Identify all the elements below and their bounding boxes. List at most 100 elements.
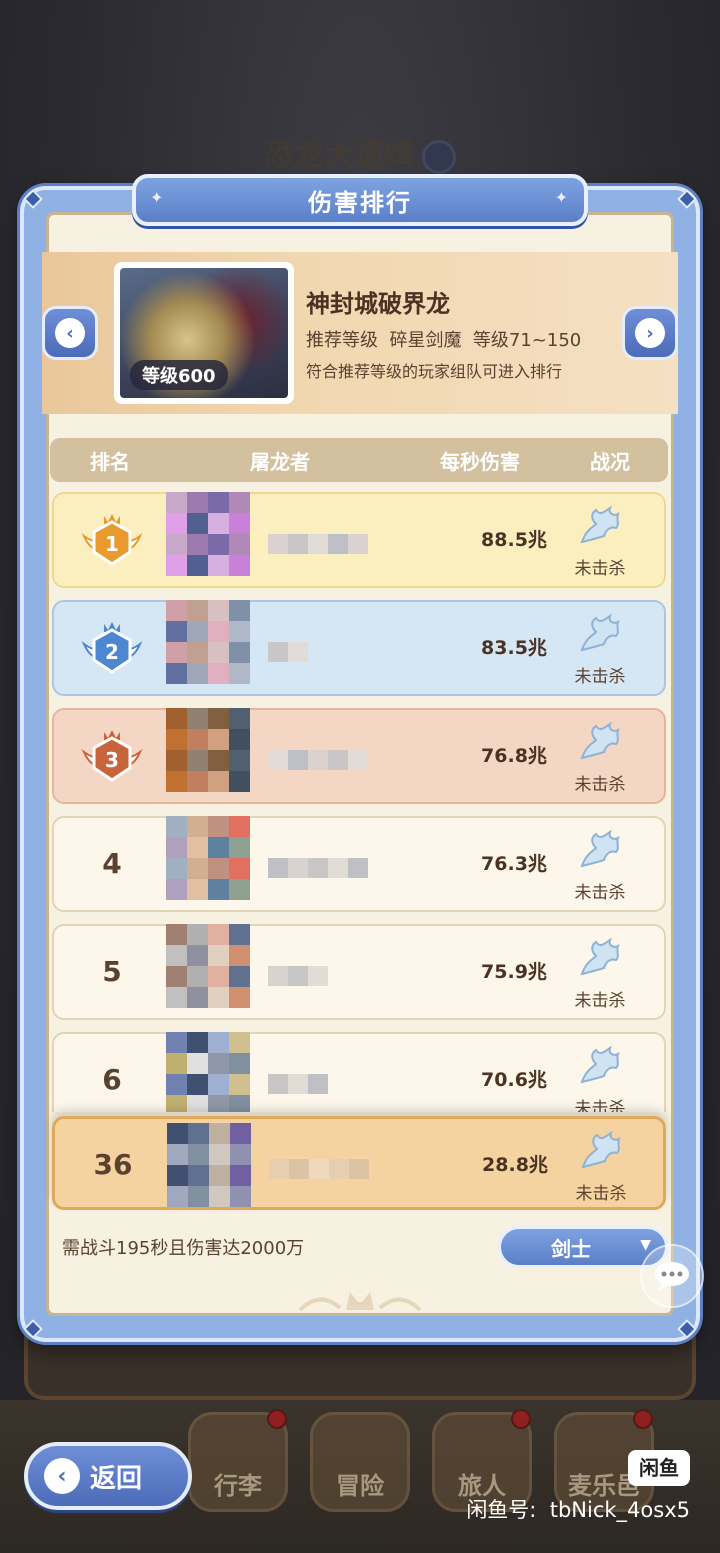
avatar-pixel bbox=[229, 1074, 250, 1095]
avatar-pixel bbox=[166, 642, 187, 663]
ranking-row[interactable]: 4 76.3兆 未击杀 bbox=[52, 816, 666, 912]
back-button[interactable]: ‹ 返回 bbox=[24, 1442, 192, 1510]
boss-note: 符合推荐等级的玩家组队可进入排行 bbox=[306, 362, 563, 381]
avatar-pixel bbox=[187, 879, 208, 900]
table-header: 排名 屠龙者 每秒伤害 战况 bbox=[50, 438, 668, 482]
ranking-row[interactable]: 3 76.8兆 未击杀 bbox=[52, 708, 666, 804]
col-status: 战况 bbox=[590, 449, 630, 474]
kill-status: 未击杀 bbox=[574, 775, 626, 795]
avatar-pixel bbox=[229, 708, 250, 729]
col-dps: 每秒伤害 bbox=[440, 449, 520, 474]
self-rank: 36 bbox=[93, 1148, 133, 1181]
ranking-row[interactable]: 5 75.9兆 未击杀 bbox=[52, 924, 666, 1020]
avatar-pixel bbox=[166, 621, 187, 642]
avatar-pixel bbox=[229, 771, 250, 792]
avatar-pixel bbox=[166, 492, 187, 513]
background-title: 恐龙大通缉 bbox=[0, 130, 720, 174]
avatar-pixel bbox=[187, 621, 208, 642]
nav-luggage-button[interactable]: 行李 bbox=[188, 1409, 288, 1512]
avatar-pixel bbox=[187, 492, 208, 513]
chat-icon bbox=[655, 1262, 689, 1291]
chevron-right-icon: › bbox=[635, 318, 665, 348]
avatar-pixel bbox=[229, 987, 250, 1008]
nav-adventure-button[interactable]: 冒险 bbox=[310, 1412, 410, 1512]
caret-down-icon: ▼ bbox=[640, 1237, 651, 1253]
name-pixel bbox=[328, 858, 348, 878]
avatar-pixel bbox=[166, 987, 187, 1008]
avatar-pixel bbox=[166, 837, 187, 858]
avatar-pixel bbox=[166, 771, 187, 792]
avatar-pixel bbox=[230, 1123, 251, 1144]
avatar-pixel bbox=[208, 837, 229, 858]
kill-status: 未击杀 bbox=[574, 1099, 626, 1112]
avatar-pixel bbox=[187, 708, 208, 729]
avatar-pixel bbox=[229, 492, 250, 513]
name-pixel bbox=[268, 1074, 288, 1094]
avatar-pixel bbox=[208, 663, 229, 684]
kill-status: 未击杀 bbox=[574, 991, 626, 1011]
rank-number: 3 bbox=[105, 748, 119, 772]
class-select-value: 剑士 bbox=[551, 1236, 591, 1261]
avatar-pixel bbox=[187, 750, 208, 771]
player-name-blurred bbox=[268, 1074, 328, 1094]
name-pixel bbox=[308, 966, 328, 986]
avatar-pixel bbox=[208, 1095, 229, 1112]
boss-recommend-level: 推荐等级 碎星剑魔 等级71~150 bbox=[306, 330, 582, 351]
nav-luggage-label: 行李 bbox=[214, 1472, 262, 1500]
name-pixel bbox=[328, 750, 348, 770]
avatar bbox=[166, 708, 250, 792]
avatar bbox=[166, 1032, 250, 1112]
name-pixel bbox=[329, 1159, 349, 1179]
avatar-pixel bbox=[230, 1144, 251, 1165]
avatar-pixel bbox=[208, 945, 229, 966]
avatar-pixel bbox=[187, 771, 208, 792]
avatar-pixel bbox=[208, 513, 229, 534]
chat-button[interactable] bbox=[640, 1244, 704, 1308]
name-pixel bbox=[308, 1074, 328, 1094]
name-pixel bbox=[268, 534, 288, 554]
avatar-pixel bbox=[187, 987, 208, 1008]
nav-adventure-label: 冒险 bbox=[336, 1472, 384, 1500]
avatar-pixel bbox=[229, 858, 250, 879]
ranking-row[interactable]: 1 88.5兆 未击杀 bbox=[52, 492, 666, 588]
avatar-pixel bbox=[166, 966, 187, 987]
star-icon: ✦ bbox=[150, 188, 166, 207]
name-pixel bbox=[268, 750, 288, 770]
ranking-row[interactable]: 6 70.6兆 未击杀 bbox=[52, 1032, 666, 1112]
name-pixel bbox=[289, 1159, 309, 1179]
avatar-pixel bbox=[188, 1123, 209, 1144]
prev-boss-button[interactable]: ‹ bbox=[42, 306, 98, 360]
avatar-pixel bbox=[166, 750, 187, 771]
dragon-icon bbox=[580, 505, 620, 544]
avatar bbox=[166, 816, 250, 900]
avatar-pixel bbox=[166, 879, 187, 900]
ranking-row[interactable]: 2 83.5兆 未击杀 bbox=[52, 600, 666, 696]
avatar-pixel bbox=[187, 966, 208, 987]
name-pixel bbox=[328, 534, 348, 554]
avatar-pixel bbox=[187, 600, 208, 621]
avatar-pixel bbox=[208, 924, 229, 945]
player-name-blurred bbox=[268, 750, 368, 770]
avatar-pixel bbox=[208, 750, 229, 771]
ranking-list[interactable]: 1 88.5兆 未击杀 2 83.5兆 未击杀 3 76.8兆 未击杀 4 76.3兆 未击杀 5 75.… bbox=[50, 488, 670, 1112]
next-boss-button[interactable]: › bbox=[622, 306, 678, 360]
avatar-pixel bbox=[166, 945, 187, 966]
col-rank: 排名 bbox=[90, 449, 130, 474]
avatar-pixel bbox=[167, 1186, 188, 1207]
avatar-pixel bbox=[187, 1032, 208, 1053]
avatar-pixel bbox=[208, 729, 229, 750]
player-name-blurred bbox=[268, 858, 368, 878]
avatar-pixel bbox=[208, 621, 229, 642]
avatar-pixel bbox=[208, 816, 229, 837]
name-pixel bbox=[288, 642, 308, 662]
avatar-pixel bbox=[209, 1123, 230, 1144]
avatar-pixel bbox=[209, 1144, 230, 1165]
name-pixel bbox=[349, 1159, 369, 1179]
avatar-pixel bbox=[187, 837, 208, 858]
fox-ornament-icon bbox=[298, 1292, 422, 1312]
avatar-pixel bbox=[166, 663, 187, 684]
avatar-pixel bbox=[229, 513, 250, 534]
avatar-pixel bbox=[229, 750, 250, 771]
avatar-pixel bbox=[229, 879, 250, 900]
dragon-icon bbox=[580, 937, 620, 976]
